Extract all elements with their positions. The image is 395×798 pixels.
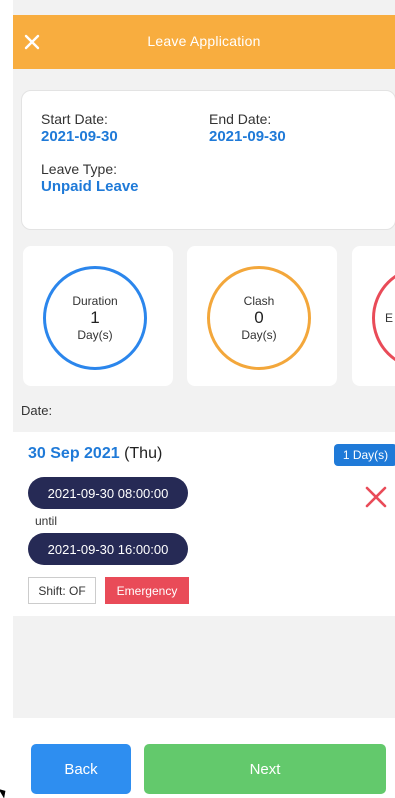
leave-type-label: Leave Type: [41, 161, 118, 177]
end-date-value: 2021-09-30 [209, 128, 286, 145]
duration-unit: Day(s) [77, 328, 113, 342]
third-stat-card: E [352, 246, 395, 386]
clash-ring: Clash 0 Day(s) [207, 266, 311, 370]
back-button[interactable]: Back [31, 744, 131, 794]
until-label: until [35, 514, 58, 528]
clash-unit: Day(s) [241, 328, 277, 342]
third-stat-label: E [384, 311, 393, 325]
duration-label: Duration [72, 294, 118, 308]
clash-label: Clash [243, 294, 275, 308]
emergency-tag: Emergency [105, 577, 189, 604]
end-date-field: End Date: 2021-09-30 [209, 111, 286, 146]
page-title: Leave Application [147, 33, 261, 49]
mouse-cursor-icon [0, 786, 9, 798]
entry-date: 30 Sep 2021 (Thu) [28, 445, 162, 463]
start-time-pill[interactable]: 2021-09-30 08:00:00 [28, 477, 188, 509]
remove-day-button[interactable] [363, 484, 389, 510]
end-date-label: End Date: [209, 111, 272, 127]
start-date-field: Start Date: 2021-09-30 [41, 111, 118, 146]
duration-value: 1 [90, 308, 100, 327]
date-section-label: Date: [21, 403, 53, 418]
leave-summary-card: Start Date: 2021-09-30 End Date: 2021-09… [21, 90, 395, 230]
next-button[interactable]: Next [144, 744, 386, 794]
entry-weekday: (Thu) [119, 445, 163, 462]
leave-type-value: Unpaid Leave [41, 178, 139, 195]
start-date-label: Start Date: [41, 111, 108, 127]
duration-card: Duration 1 Day(s) [23, 246, 173, 386]
clash-card: Clash 0 Day(s) [187, 246, 337, 386]
header-bar: Leave Application [13, 15, 395, 69]
end-time-pill[interactable]: 2021-09-30 16:00:00 [28, 533, 188, 565]
remove-icon [365, 486, 387, 508]
days-badge: 1 Day(s) [334, 444, 395, 466]
shift-tag: Shift: OF [28, 577, 96, 604]
start-date-value: 2021-09-30 [41, 128, 118, 145]
app-screen: Leave Application Start Date: 2021-09-30… [13, 0, 395, 798]
entry-date-main: 30 Sep 2021 [28, 445, 120, 462]
third-stat-ring: E [372, 266, 395, 370]
clash-value: 0 [254, 308, 264, 327]
leave-type-field: Leave Type: Unpaid Leave [41, 161, 139, 196]
leave-day-entry: 30 Sep 2021 (Thu) 1 Day(s) 2021-09-30 08… [13, 432, 395, 616]
duration-ring: Duration 1 Day(s) [43, 266, 147, 370]
